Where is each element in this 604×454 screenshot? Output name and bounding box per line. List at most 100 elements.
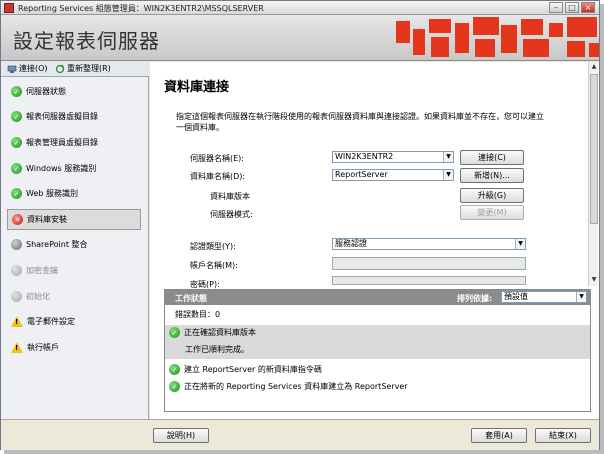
account-name-input (332, 257, 526, 270)
check-icon: ✓ (11, 137, 22, 148)
connect-label: 連接(O) (19, 64, 48, 73)
upgrade-button[interactable]: 升級(G) (460, 188, 524, 203)
password-input (332, 276, 526, 285)
sidebar-item-label: Web 服務識別 (26, 189, 78, 198)
footer-bar: 說明(H) 套用(A) 結束(X) (1, 419, 599, 450)
page-title: 設定報表伺服器 (13, 29, 160, 53)
close-button[interactable]: × (581, 2, 595, 13)
server-name-value: WIN2K3ENTR2 (335, 152, 394, 161)
new-database-button[interactable]: 新增(N)... (460, 168, 524, 183)
account-name-label: 帳戶名稱(M): (190, 261, 238, 270)
section-heading: 資料庫連接 (164, 80, 230, 95)
task-status-title: 工作狀態 (175, 294, 207, 303)
sidebar-item-report-manager-vdir[interactable]: ✓ 報表管理員虛擬目錄 (7, 132, 141, 153)
sidebar-item-report-server-vdir[interactable]: ✓ 報表伺服器虛擬目錄 (7, 106, 141, 127)
status-row-text: 建立 ReportServer 的新資料庫指令碼 (184, 365, 322, 374)
exit-button[interactable]: 結束(X) (535, 428, 591, 443)
db-name-value: ReportServer (335, 170, 388, 179)
sidebar-item-web-service-identity[interactable]: ✓ Web 服務識別 (7, 183, 141, 204)
sidebar-item-database-setup[interactable]: ✕ 資料庫安裝 (7, 209, 141, 230)
sort-by-label: 排列依據: (457, 294, 493, 303)
scroll-thumb[interactable] (590, 74, 598, 224)
db-name-select[interactable]: ReportServer ▼ (332, 169, 454, 181)
sidebar-item-label: 電子郵件設定 (27, 317, 75, 326)
help-button[interactable]: 說明(H) (153, 428, 209, 443)
scroll-down-icon[interactable]: ▼ (590, 276, 598, 284)
window-shadow-right (600, 4, 604, 454)
maximize-button[interactable]: □ (565, 2, 579, 13)
db-version-label: 資料庫版本 (210, 192, 250, 201)
window-shadow-bottom (4, 450, 604, 454)
apply-button[interactable]: 套用(A) (471, 428, 527, 443)
warning-icon: ! (11, 342, 23, 353)
chevron-down-icon: ▼ (515, 239, 525, 249)
error-count: 錯誤數目：0 (175, 310, 221, 319)
warning-icon: ! (11, 316, 23, 327)
sidebar-item-label: 初始化 (26, 292, 50, 301)
sort-by-select[interactable]: 預設值 ▼ (501, 291, 587, 303)
chevron-down-icon: ▼ (576, 292, 586, 302)
check-icon: ✓ (169, 327, 180, 338)
check-icon: ✓ (169, 364, 180, 375)
check-icon: ✓ (11, 188, 22, 199)
refresh-toolbar-button[interactable]: 重新整理(R) (55, 63, 111, 74)
sort-by-value: 預設值 (504, 292, 528, 301)
scroll-up-icon[interactable]: ▲ (590, 63, 598, 71)
sidebar-item-email-settings[interactable]: ! 電子郵件設定 (7, 311, 141, 332)
auth-type-value: 服務認證 (335, 239, 367, 248)
status-row: ✓ 正在將新的 Reporting Services 資料庫建立為 Report… (165, 380, 590, 393)
server-mode-label: 伺服器模式: (210, 210, 253, 219)
sidebar-item-label: 報表伺服器虛擬目錄 (26, 112, 98, 121)
server-name-label: 伺服器名稱(E): (190, 154, 244, 163)
sidebar-item-label: 資料庫安裝 (27, 215, 67, 224)
check-icon: ✓ (11, 111, 22, 122)
status-row-text: 正在確認資料庫版本 (184, 328, 256, 337)
sidebar-item-label: SharePoint 整合 (26, 240, 88, 249)
sidebar-item-initialization: 初始化 (7, 286, 141, 307)
sidebar-item-server-status[interactable]: ✓ 伺服器狀態 (7, 81, 141, 102)
title-bar[interactable]: Reporting Services 組態管理員：WIN2K3ENTR2\MSS… (1, 1, 599, 15)
sidebar-item-label: 報表管理員虛擬目錄 (26, 138, 98, 147)
status-row-text: 正在將新的 Reporting Services 資料庫建立為 ReportSe… (184, 382, 408, 391)
check-icon: ✓ (11, 163, 22, 174)
db-name-label: 資料庫名稱(D): (190, 172, 246, 181)
sidebar-item-label: 伺服器狀態 (26, 87, 66, 96)
change-mode-button: 變更(M) (460, 205, 524, 220)
check-icon: ✓ (11, 86, 22, 97)
app-window: Reporting Services 組態管理員：WIN2K3ENTR2\MSS… (0, 0, 600, 450)
chevron-down-icon: ▼ (443, 152, 453, 162)
disabled-icon (11, 265, 22, 276)
page-header: 設定報表伺服器 (1, 15, 599, 61)
chevron-down-icon: ▼ (443, 170, 453, 180)
window-title: Reporting Services 組態管理員：WIN2K3ENTR2\MSS… (18, 4, 264, 13)
app-icon (4, 3, 14, 13)
sidebar-item-label: 加密金鑰 (26, 266, 58, 275)
sidebar-item-label: Windows 服務識別 (26, 164, 97, 173)
auth-type-label: 認證類型(Y): (190, 242, 236, 251)
sidebar-item-windows-service-identity[interactable]: ✓ Windows 服務識別 (7, 158, 141, 179)
status-row: 工作已順利完成。 (165, 340, 590, 359)
auth-type-select[interactable]: 服務認證 ▼ (332, 238, 526, 250)
refresh-icon (55, 64, 65, 73)
toolbar: 連接(O) 重新整理(R) (1, 61, 149, 77)
main-panel: ▲ ▼ 資料庫連接 指定這個報表伺服器在執行階段使用的報表伺服器資料庫與連接認證… (150, 62, 599, 419)
connect-icon (7, 65, 17, 73)
server-name-select[interactable]: WIN2K3ENTR2 ▼ (332, 151, 454, 163)
info-icon (11, 239, 22, 250)
minimize-button[interactable]: – (549, 2, 563, 13)
sidebar-item-execution-account[interactable]: ! 執行帳戶 (7, 337, 141, 358)
sidebar-item-label: 執行帳戶 (27, 343, 59, 352)
sidebar-item-encryption-keys: 加密金鑰 (7, 260, 141, 281)
sidebar: ✓ 伺服器狀態 ✓ 報表伺服器虛擬目錄 ✓ 報表管理員虛擬目錄 ✓ Window… (1, 77, 149, 419)
status-row-text: 工作已順利完成。 (185, 345, 249, 354)
connect-button[interactable]: 連接(C) (460, 150, 524, 165)
sidebar-item-sharepoint-integration[interactable]: SharePoint 整合 (7, 234, 141, 255)
section-description: 指定這個報表伺服器在執行階段使用的報表伺服器資料庫與連接認證。如果資料庫並不存在… (176, 112, 544, 132)
refresh-label: 重新整理(R) (67, 64, 111, 73)
error-icon: ✕ (12, 214, 23, 225)
check-icon: ✓ (169, 381, 180, 392)
disabled-icon (11, 291, 22, 302)
task-status-panel: 工作狀態 排列依據: 預設值 ▼ 錯誤數目：0 ✓ 正在確認資料庫版本 工作已順… (164, 289, 591, 412)
connect-toolbar-button[interactable]: 連接(O) (7, 63, 48, 74)
main-scrollbar[interactable]: ▲ ▼ (588, 62, 598, 286)
